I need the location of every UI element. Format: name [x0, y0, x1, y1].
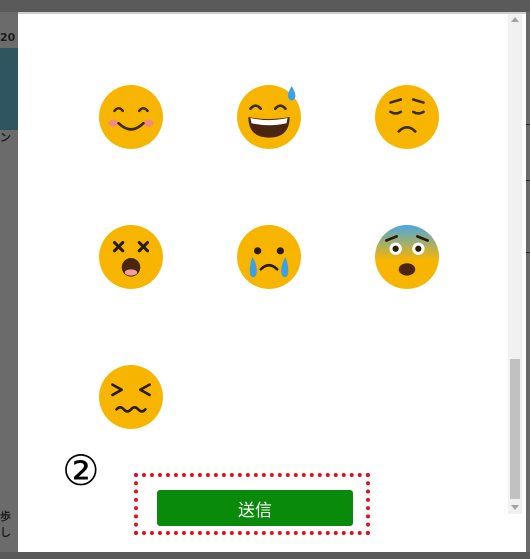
- emoji-option-smiling[interactable]: [98, 84, 164, 150]
- scroll-up-arrow-icon[interactable]: [511, 17, 519, 22]
- scroll-down-arrow-icon[interactable]: [511, 505, 519, 510]
- crying-face-icon: [237, 225, 301, 289]
- background-text-top: 20: [0, 31, 16, 44]
- background-text-bottom-1: 歩: [0, 510, 11, 523]
- fearful-face-icon: [375, 225, 439, 289]
- background-text-mid: ン: [0, 131, 11, 144]
- frowning-face-icon: [375, 85, 439, 149]
- submit-button[interactable]: 送信: [157, 490, 353, 526]
- scrollbar[interactable]: [508, 14, 522, 514]
- confounded-face-icon: [99, 365, 163, 429]
- background-text-bottom-2: し: [0, 526, 11, 539]
- emoji-option-crying[interactable]: [236, 224, 302, 290]
- emoji-option-grinning-sweat[interactable]: [236, 84, 302, 150]
- smiling-blush-face-icon: [99, 85, 163, 149]
- background-image: [0, 48, 20, 130]
- grinning-sweat-face-icon: [237, 85, 301, 149]
- emoji-option-dizzy[interactable]: [98, 224, 164, 290]
- emoji-option-fearful[interactable]: [374, 224, 440, 290]
- emoji-option-confounded[interactable]: [98, 364, 164, 430]
- step-number-label: ②: [62, 446, 100, 495]
- emoji-option-frowning[interactable]: [374, 84, 440, 150]
- scrollbar-thumb[interactable]: [510, 359, 520, 499]
- dizzy-face-icon: [99, 225, 163, 289]
